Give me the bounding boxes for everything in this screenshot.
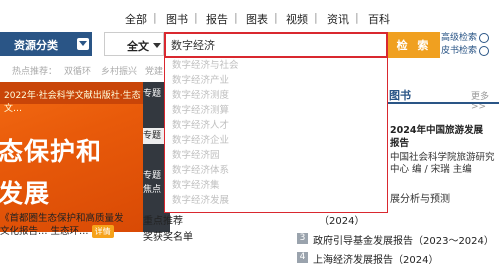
banner-headline-line1: 态保护和 (0, 137, 103, 166)
search-button[interactable]: 检 索 (388, 32, 440, 58)
books-panel-title: 图书 (389, 89, 411, 102)
nav-separator: | (153, 11, 157, 24)
banner-caption-line2b: 生态环… (50, 226, 89, 237)
search-input[interactable] (164, 32, 388, 58)
suggestion-item[interactable]: 数字经济园 (172, 148, 220, 163)
advanced-search-link[interactable]: 高级检索 (441, 32, 490, 45)
suggestion-item[interactable]: 数字经济企业 (172, 133, 229, 148)
nav-item-all[interactable]: 全部 (125, 11, 147, 27)
nav-separator: | (314, 11, 318, 24)
details-tag[interactable]: 详情 (91, 225, 114, 238)
banner-caption-line2: 文化报告… (0, 226, 48, 237)
list-item-year: （2024） (319, 216, 365, 227)
pishu-search-label: 皮书检索 (441, 46, 478, 56)
nav-separator: | (194, 11, 198, 24)
nav-item-encyclopedia[interactable]: 百科 (368, 11, 390, 27)
hot-word-link[interactable]: 乡村振兴 (101, 64, 137, 77)
nav-separator: | (274, 11, 278, 24)
search-bar: 资源分类 全文 检 索 高级检索 皮书检索 (0, 32, 499, 58)
search-scope-select[interactable]: 全文 (104, 32, 164, 56)
nav-item-reports[interactable]: 报告 (206, 11, 228, 27)
suggestion-item[interactable]: 数字经济发展 (172, 193, 229, 208)
hot-label: 热点推荐： (12, 67, 58, 77)
suggestion-item[interactable]: 数字经济人才 (172, 118, 229, 133)
nav-item-videos[interactable]: 视频 (286, 11, 308, 27)
ranked-list-title: 上海经济发展报告（2024） (313, 255, 439, 266)
suggestion-item[interactable]: 数字经济体系 (172, 163, 229, 178)
book-title[interactable]: 2024年中国旅游发展 (390, 122, 483, 136)
caret-down-icon (153, 43, 161, 48)
help-icon (479, 32, 490, 43)
featured-heading: 重点推荐 (143, 216, 183, 227)
rank-number: 4 (297, 252, 308, 263)
suggestion-item[interactable]: 数字经济与社会 (172, 58, 239, 73)
rank-number: 3 (297, 233, 308, 244)
help-icon (479, 45, 490, 56)
banner-headline-line2: 发展 (0, 179, 51, 208)
suggestion-item[interactable]: 数字经济测算 (172, 103, 229, 118)
nav-item-books[interactable]: 图书 (166, 11, 188, 27)
search-scope-label: 全文 (127, 40, 149, 53)
chevron-down-icon (77, 38, 89, 50)
book-author-cont: 中心 编 / 宋瑞 主编 (390, 164, 472, 175)
suggestion-item[interactable]: 数字经济产业 (172, 73, 229, 88)
resource-category-label: 资源分类 (14, 39, 58, 52)
nav-item-charts[interactable]: 图表 (246, 11, 268, 27)
more-link[interactable]: 更多>> (471, 89, 499, 112)
book-title-cont[interactable]: 报告 (390, 135, 409, 149)
hot-word-link[interactable]: 党建 (145, 64, 163, 77)
banner-top-strip: 2022年·社会科学文献出版社·生态文… (0, 82, 143, 114)
suggestion-item[interactable]: 数字经济测度 (172, 88, 229, 103)
nav-separator: | (234, 11, 238, 24)
nav-item-news[interactable]: 资讯 (327, 11, 349, 27)
advanced-search-label: 高级检索 (441, 33, 478, 43)
top-category-nav: 全部 | 图书 | 报告 | 图表 | 视频 | 资讯 | 百科 (0, 0, 499, 30)
ranked-list-title: 政府引导基金发展报告（2023～2024） (313, 236, 494, 247)
featured-banner[interactable]: 2022年·社会科学文献出版社·生态文… 态保护和 发展 (0, 82, 143, 232)
resource-category-button[interactable]: 资源分类 (0, 32, 92, 56)
list-item-title[interactable]: 展分析与预测 (390, 190, 450, 205)
nav-separator: | (355, 11, 359, 24)
award-label[interactable]: 奖获奖名单 (143, 228, 193, 243)
suggestion-item[interactable]: 数字经济集 (172, 178, 220, 193)
search-suggestions-dropdown: 数字经济与社会 数字经济产业 数字经济测度 数字经济测算 数字经济人才 数字经济… (164, 58, 388, 213)
pishu-search-link[interactable]: 皮书检索 (441, 45, 490, 58)
banner-strip-text: 2022年·社会科学文献出版社·生态文… (4, 91, 141, 114)
hot-recommendations: 热点推荐： 双循环 乡村振兴 党建 (0, 62, 170, 77)
advanced-search-links: 高级检索 皮书检索 (441, 32, 490, 58)
hot-word-link[interactable]: 双循环 (64, 64, 91, 77)
books-panel-header: 图书 更多>> (385, 84, 499, 112)
